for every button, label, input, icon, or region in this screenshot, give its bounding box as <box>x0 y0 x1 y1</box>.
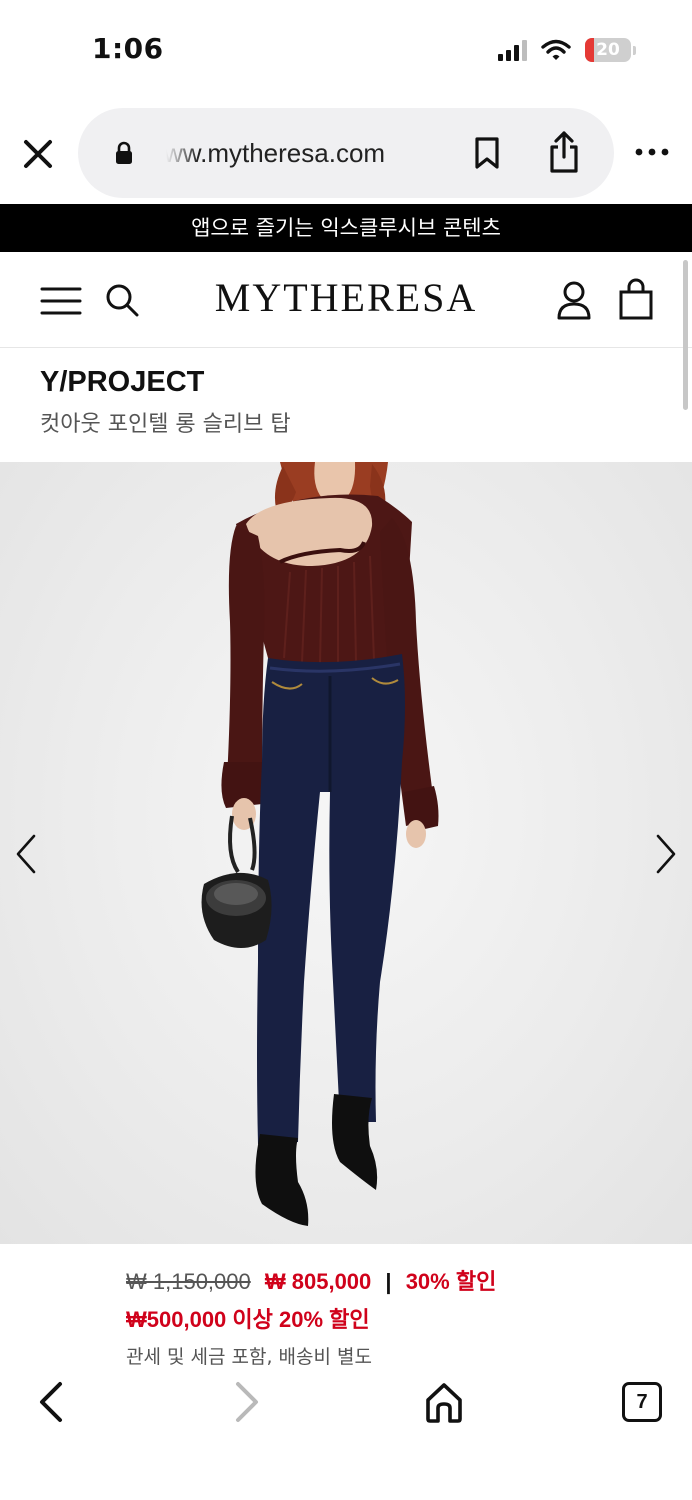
battery-level: 20 <box>596 40 620 60</box>
forward-arrow-icon[interactable] <box>230 1380 264 1424</box>
bookmark-icon[interactable] <box>474 136 500 170</box>
battery-icon: 20 <box>585 38 631 62</box>
account-icon[interactable] <box>556 280 592 320</box>
price-separator: | <box>385 1269 392 1294</box>
back-arrow-icon[interactable] <box>34 1380 68 1424</box>
close-icon[interactable] <box>20 136 56 172</box>
chevron-right-icon[interactable] <box>650 832 682 876</box>
more-icon[interactable] <box>632 142 672 162</box>
product-brand[interactable]: Y/PROJECT <box>40 366 204 399</box>
promo-discount: ₩500,000 이상 20% 할인 <box>126 1307 370 1332</box>
bottom-toolbar: 7 <box>0 1374 692 1500</box>
browser-bar: ww.mytheresa.com <box>0 100 692 204</box>
cellular-signal-icon <box>498 39 527 61</box>
battery-nub <box>633 45 636 55</box>
discount-label: 30% 할인 <box>405 1269 497 1294</box>
home-icon[interactable] <box>424 1380 464 1424</box>
url-fade <box>158 128 198 178</box>
scroll-indicator[interactable] <box>683 260 688 410</box>
product-photo <box>201 462 439 1226</box>
promo-banner[interactable]: 앱으로 즐기는 익스클루시브 콘텐츠 <box>0 204 692 252</box>
product-image[interactable] <box>0 462 692 1244</box>
wifi-icon <box>541 39 571 60</box>
sale-price: ₩ 805,000 <box>264 1269 372 1294</box>
price-area: ₩ 1,150,000 ₩ 805,000 | 30% 할인 ₩500,000 … <box>0 1244 692 1374</box>
tax-note: 관세 및 세금 포함, 배송비 별도 <box>126 1346 372 1368</box>
site-header: MYTHERESA <box>0 252 692 348</box>
tabs-icon[interactable]: 7 <box>622 1382 662 1422</box>
battery-indicator: 20 <box>585 38 636 62</box>
status-bar: 1:06 20 <box>0 0 692 100</box>
share-icon[interactable] <box>546 130 582 174</box>
original-price: ₩ 1,150,000 <box>126 1269 251 1294</box>
shopping-bag-icon[interactable] <box>618 278 654 320</box>
chevron-left-icon[interactable] <box>10 832 42 876</box>
status-time: 1:06 <box>92 32 164 65</box>
status-icons: 20 <box>498 38 636 62</box>
price-line: ₩ 1,150,000 ₩ 805,000 | 30% 할인 <box>126 1264 496 1296</box>
product-name: 컷아웃 포인텔 롱 슬리브 탑 <box>40 412 291 437</box>
url-bar[interactable]: ww.mytheresa.com <box>78 108 614 198</box>
lock-icon <box>116 141 132 164</box>
